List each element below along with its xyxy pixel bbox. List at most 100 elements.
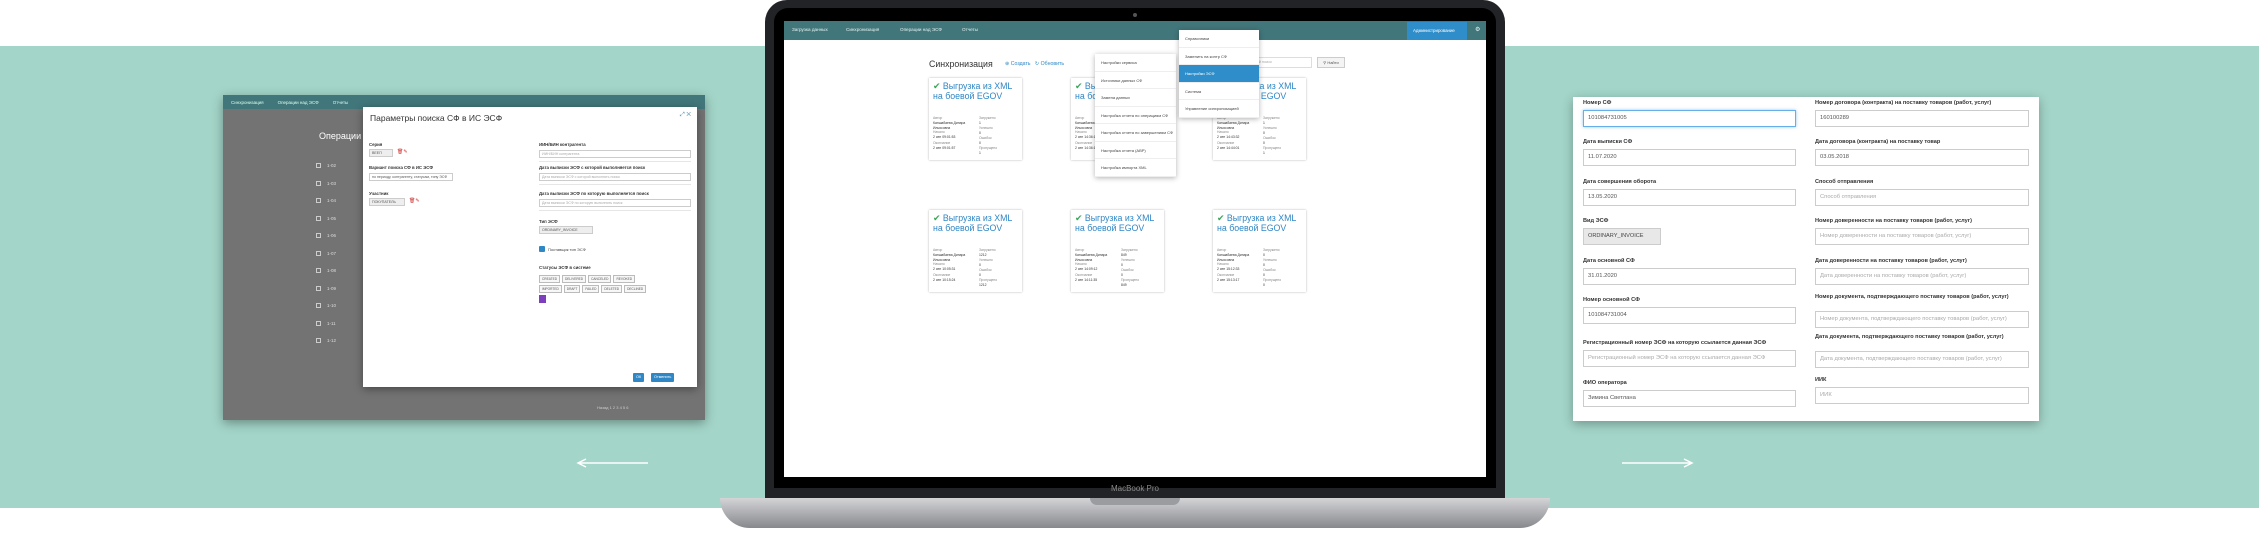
form-input[interactable]: Зимина Светлана xyxy=(1583,390,1796,407)
status-chip[interactable]: DRAFT xyxy=(563,285,581,293)
form-input[interactable]: Дата доверенности на поставку товаров (р… xyxy=(1815,268,2029,285)
date-from-input[interactable]: Дата выписки ЭСФ с которой выполнять пои… xyxy=(539,173,691,181)
check-icon: ✔ xyxy=(933,81,941,91)
date-to-label: Дата выписки ЭСФ по которую выполняется … xyxy=(539,191,649,196)
nav-item[interactable]: Синхронизация xyxy=(231,100,264,105)
sync-card[interactable]: ✔ Выгрузка из XML на боевой EGOV АвторКап… xyxy=(1213,210,1306,292)
nav-item[interactable]: Отчеты xyxy=(333,100,349,105)
admin-menu-item[interactable]: Справочники xyxy=(1179,30,1259,48)
iin-input[interactable]: ИИН/БИН контрагента xyxy=(539,150,691,158)
card-title[interactable]: ✔ Выгрузка из XML на боевой EGOV xyxy=(1075,213,1161,233)
card-stat: Загружено1 xyxy=(979,116,996,125)
submenu-item[interactable]: Настройки сервиса xyxy=(1095,54,1176,72)
form-input[interactable]: Номер доверенности на поставку товаров (… xyxy=(1815,228,2029,245)
card-title[interactable]: ✔ Выгрузка из XML на боевой EGOV xyxy=(933,81,1019,101)
iin-label: ИИН/БИН контрагента xyxy=(539,142,586,147)
status-chip[interactable]: REVOKED xyxy=(613,275,636,283)
sync-card[interactable]: ✔ Выгрузка из XML на боевой EGOV АвторКап… xyxy=(1071,210,1164,292)
card-stat: Пропущено 0 xyxy=(1263,278,1282,287)
form-input[interactable]: 13.05.2020 xyxy=(1583,189,1796,206)
pagination[interactable]: Назад 1 2 3 4 5 6 xyxy=(597,405,628,410)
table-row[interactable]: 1-06 xyxy=(316,233,336,239)
create-link[interactable]: ⊕ Создать xyxy=(1005,61,1031,67)
divider xyxy=(539,161,691,162)
submenu-item[interactable]: Источники данных СФ xyxy=(1095,72,1176,89)
form-input[interactable]: Дата документа, подтверждающего поставку… xyxy=(1815,351,2029,368)
table-row[interactable]: 1-05 xyxy=(316,216,336,221)
table-row[interactable]: 1-04 xyxy=(316,198,336,204)
admin-menu-item[interactable]: Настройки ЭСФ xyxy=(1179,65,1259,83)
submenu-item[interactable]: Настройка импорта XML xyxy=(1095,159,1176,177)
form-input[interactable]: 03.05.2018 xyxy=(1815,149,2029,166)
form-input[interactable]: Номер документа, подтверждающего поставк… xyxy=(1815,311,2029,328)
gear-icon[interactable]: ⚙ xyxy=(1475,26,1480,33)
status-chip[interactable]: IMPORTED xyxy=(539,285,562,293)
nav-item-esf[interactable]: Операции над ЭСФ xyxy=(900,27,942,32)
status-chip[interactable]: DECLINED xyxy=(624,285,647,293)
laptop-brand: MacBook Pro xyxy=(1110,484,1160,493)
variant-select[interactable]: по периоду, контрагенту, статусам, типу … xyxy=(369,173,453,181)
esf-type-select[interactable]: ORDINARY_INVOICE xyxy=(1583,228,1661,245)
form-input[interactable]: 101084731004 xyxy=(1583,307,1796,324)
card-stat: Пропущено 1212 xyxy=(979,278,998,287)
ok-button[interactable]: ОК xyxy=(633,373,645,382)
submenu-item[interactable]: Настройка отчета (АВР) xyxy=(1095,142,1176,159)
settings-submenu: Настройки сервиса Источники данных СФ Заме… xyxy=(1095,54,1176,177)
card-stat: Ошибок0 xyxy=(1263,268,1276,277)
supplier-checkbox[interactable] xyxy=(539,246,545,252)
submenu-item[interactable]: Настройка отчета по завершениям СФ xyxy=(1095,124,1176,142)
table-row[interactable]: 1-08 xyxy=(316,268,336,274)
form-input[interactable]: Способ отправления xyxy=(1815,189,2029,206)
status-chip[interactable]: DELETED xyxy=(601,285,623,293)
admin-menu-item[interactable]: Заменить на контр СФ xyxy=(1179,48,1259,65)
date-to-input[interactable]: Дата выписки ЭСФ по которую выполнять по… xyxy=(539,199,691,207)
find-button[interactable]: ⚲ Найти xyxy=(1317,57,1345,68)
table-row[interactable]: 1-09 xyxy=(316,286,336,291)
form-input[interactable]: Регистрационный номер ЭСФ на которую ссы… xyxy=(1583,350,1796,367)
series-select[interactable]: ВЕЕП xyxy=(369,149,393,157)
status-chip[interactable]: DELIVERED xyxy=(562,275,587,283)
table-row[interactable]: 1-03 xyxy=(316,181,336,186)
delete-edit-icon[interactable]: 🗑✎ xyxy=(409,198,420,204)
status-chip[interactable]: CANCELED xyxy=(588,275,612,283)
cancel-button[interactable]: Отменить xyxy=(651,373,675,382)
type-select[interactable]: ORDINARY_INVOICE xyxy=(539,226,593,234)
form-input[interactable]: 31.01.2020 xyxy=(1583,268,1796,285)
status-chip[interactable]: CREATED xyxy=(539,275,560,283)
nav-item-admin[interactable]: Администрирование xyxy=(1407,22,1467,40)
table-row[interactable]: 1-02 xyxy=(316,163,336,169)
field-label: Дата совершения оборота xyxy=(1583,179,1657,185)
statuses-label: Статусы ЭСФ в системе xyxy=(539,265,591,270)
field-label: ФИО оператора xyxy=(1583,380,1627,386)
nav-item-sync[interactable]: Синхронизация xyxy=(846,27,879,32)
form-input[interactable]: 101084731005 xyxy=(1583,110,1796,127)
nav-item-upload[interactable]: Загрузка данных xyxy=(792,27,828,32)
submenu-item[interactable]: Настройка отчета по операциям СФ xyxy=(1095,107,1176,124)
check-icon: ✔ xyxy=(1075,81,1083,91)
table-row[interactable]: 1-11 xyxy=(316,321,336,326)
delete-edit-icon[interactable]: 🗑✎ xyxy=(397,149,408,155)
status-chips: CREATED DELIVERED CANCELED REVOKED IMPORTED D… xyxy=(539,275,647,303)
nav-item-reports[interactable]: Отчеты xyxy=(962,27,978,32)
table-row[interactable]: 1-12 xyxy=(316,338,336,344)
form-input[interactable]: 160100289 xyxy=(1815,110,2029,127)
table-row[interactable]: 1-10 xyxy=(316,303,336,309)
status-chip[interactable]: FAILED xyxy=(582,285,600,293)
card-title[interactable]: ✔ Выгрузка из XML на боевой EGOV xyxy=(1217,213,1303,233)
dialog-title: Параметры поиска СФ в ИС ЭСФ xyxy=(370,113,503,123)
participant-select[interactable]: ПОКУПАТЕЛЬ xyxy=(369,198,405,206)
table-row[interactable]: 1-07 xyxy=(316,251,336,256)
form-input[interactable]: ИИК xyxy=(1815,387,2029,404)
maximize-close-icon[interactable]: ⤢ ✕ xyxy=(680,112,691,119)
add-status-button[interactable] xyxy=(539,295,546,303)
nav-item[interactable]: Операции над ЭСФ xyxy=(278,100,319,105)
field-label: Способ отправления xyxy=(1815,179,1874,185)
admin-menu-item[interactable]: Управление синхронизацией xyxy=(1179,100,1259,118)
refresh-link[interactable]: ↻ Обновить xyxy=(1035,61,1064,67)
card-title[interactable]: ✔ Выгрузка из XML на боевой EGOV xyxy=(933,213,1019,233)
sync-card[interactable]: ✔ Выгрузка из XML на боевой EGOV АвторКап… xyxy=(929,78,1022,160)
sync-card[interactable]: ✔ Выгрузка из XML на боевой EGOV АвторКап… xyxy=(929,210,1022,292)
submenu-item[interactable]: Замена данных xyxy=(1095,89,1176,107)
admin-menu-item[interactable]: Система xyxy=(1179,83,1259,100)
form-input[interactable]: 11.07.2020 xyxy=(1583,149,1796,166)
